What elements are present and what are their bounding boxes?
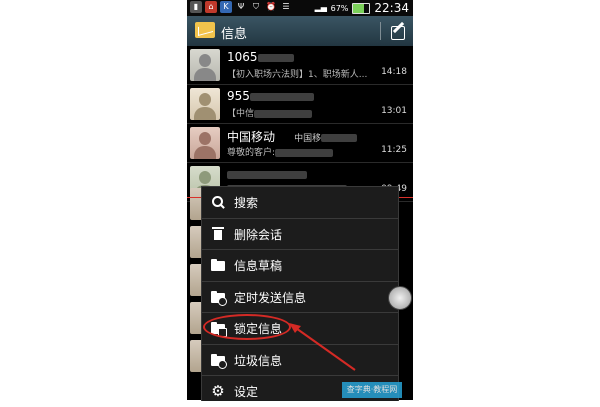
k-app-icon: K — [220, 1, 232, 13]
signal-bars-icon: ▂▄ — [314, 3, 327, 12]
clock: 22:34 — [374, 1, 409, 15]
menu-item-label: 删除会话 — [234, 227, 283, 242]
message-time: 13:01 — [381, 106, 407, 116]
message-snippet: 尊敬的客户: — [227, 145, 334, 158]
sender-name: 中国移动 中国移 — [227, 128, 358, 145]
alarm-icon: ⏰ — [266, 2, 276, 11]
menu-item-label: 信息草稿 — [234, 259, 283, 273]
action-bar: 信息 — [187, 16, 413, 46]
menu-item-label: 搜索 — [234, 196, 259, 210]
watermark: 查字典·教程网 — [342, 382, 402, 398]
sender-name: 955 — [227, 89, 314, 103]
battery-icon — [352, 2, 371, 14]
trash-icon — [211, 226, 225, 241]
sender-name: 1065 — [227, 50, 294, 64]
usb-icon: Ψ — [237, 2, 245, 11]
message-snippet: 【初入职场六法则】1、职场新人... — [227, 70, 368, 80]
spam-folder-icon — [211, 353, 227, 369]
status-icons: ▮ ⌂ K Ψ ⛉ ⏰ ☰ — [190, 1, 292, 13]
menu-item-label: 垃圾信息 — [234, 353, 283, 368]
app-title: 信息 — [221, 27, 248, 42]
redacted-block — [275, 148, 334, 157]
battery-percent: 67% — [330, 3, 349, 13]
conversation-item[interactable]: 955 【中信 13:01 — [187, 85, 413, 124]
status-right: ▂▄ 67% 22:34 — [315, 1, 409, 15]
status-bar: ▮ ⌂ K Ψ ⛉ ⏰ ☰ ▂▄ 67% 22:34 — [187, 0, 413, 16]
redacted-block — [257, 53, 294, 62]
menu-item-scheduled[interactable]: 定时发送信息 — [202, 282, 398, 313]
redacted-block — [254, 109, 313, 118]
redacted-block — [249, 92, 314, 101]
annotation-arrow — [289, 323, 356, 371]
message-time: 14:18 — [381, 67, 407, 77]
message-time: 11:25 — [381, 145, 407, 155]
menu-item-label: 定时发送信息 — [234, 290, 307, 305]
avatar — [190, 88, 220, 120]
sender-name — [227, 167, 307, 181]
menu-item-search[interactable]: 搜索 — [202, 187, 398, 219]
scheduled-folder-icon — [211, 290, 227, 306]
menu-item-delete-conversation[interactable]: 删除会话 — [202, 219, 398, 250]
action-divider — [380, 22, 381, 40]
avatar — [190, 49, 220, 81]
shield-icon: ⛉ — [253, 2, 259, 11]
conversation-list: 1065 【初入职场六法则】1、职场新人... 14:18 955 【中信 13… — [187, 46, 413, 202]
wifi-icon: ☰ — [282, 2, 290, 11]
floating-assist-button[interactable] — [388, 286, 412, 310]
gear-icon: ⚙ — [211, 382, 225, 400]
redacted-block — [321, 133, 358, 142]
messages-app-icon[interactable] — [195, 22, 215, 38]
compose-icon[interactable] — [389, 22, 407, 40]
signal-icon: ▮ — [190, 1, 202, 13]
menu-item-label: 设定 — [234, 385, 259, 399]
annotation-circle — [203, 314, 291, 340]
message-snippet: 【中信 — [227, 106, 313, 119]
avatar — [190, 127, 220, 159]
home-icon: ⌂ — [205, 1, 217, 13]
menu-item-drafts[interactable]: 信息草稿 — [202, 250, 398, 282]
conversation-item[interactable]: 中国移动 中国移 尊敬的客户: 11:25 — [187, 124, 413, 163]
conversation-item[interactable]: 1065 【初入职场六法则】1、职场新人... 14:18 — [187, 46, 413, 85]
search-icon — [211, 195, 225, 209]
folder-icon — [211, 258, 225, 272]
battery-level — [353, 3, 365, 13]
redacted-block — [227, 170, 307, 179]
